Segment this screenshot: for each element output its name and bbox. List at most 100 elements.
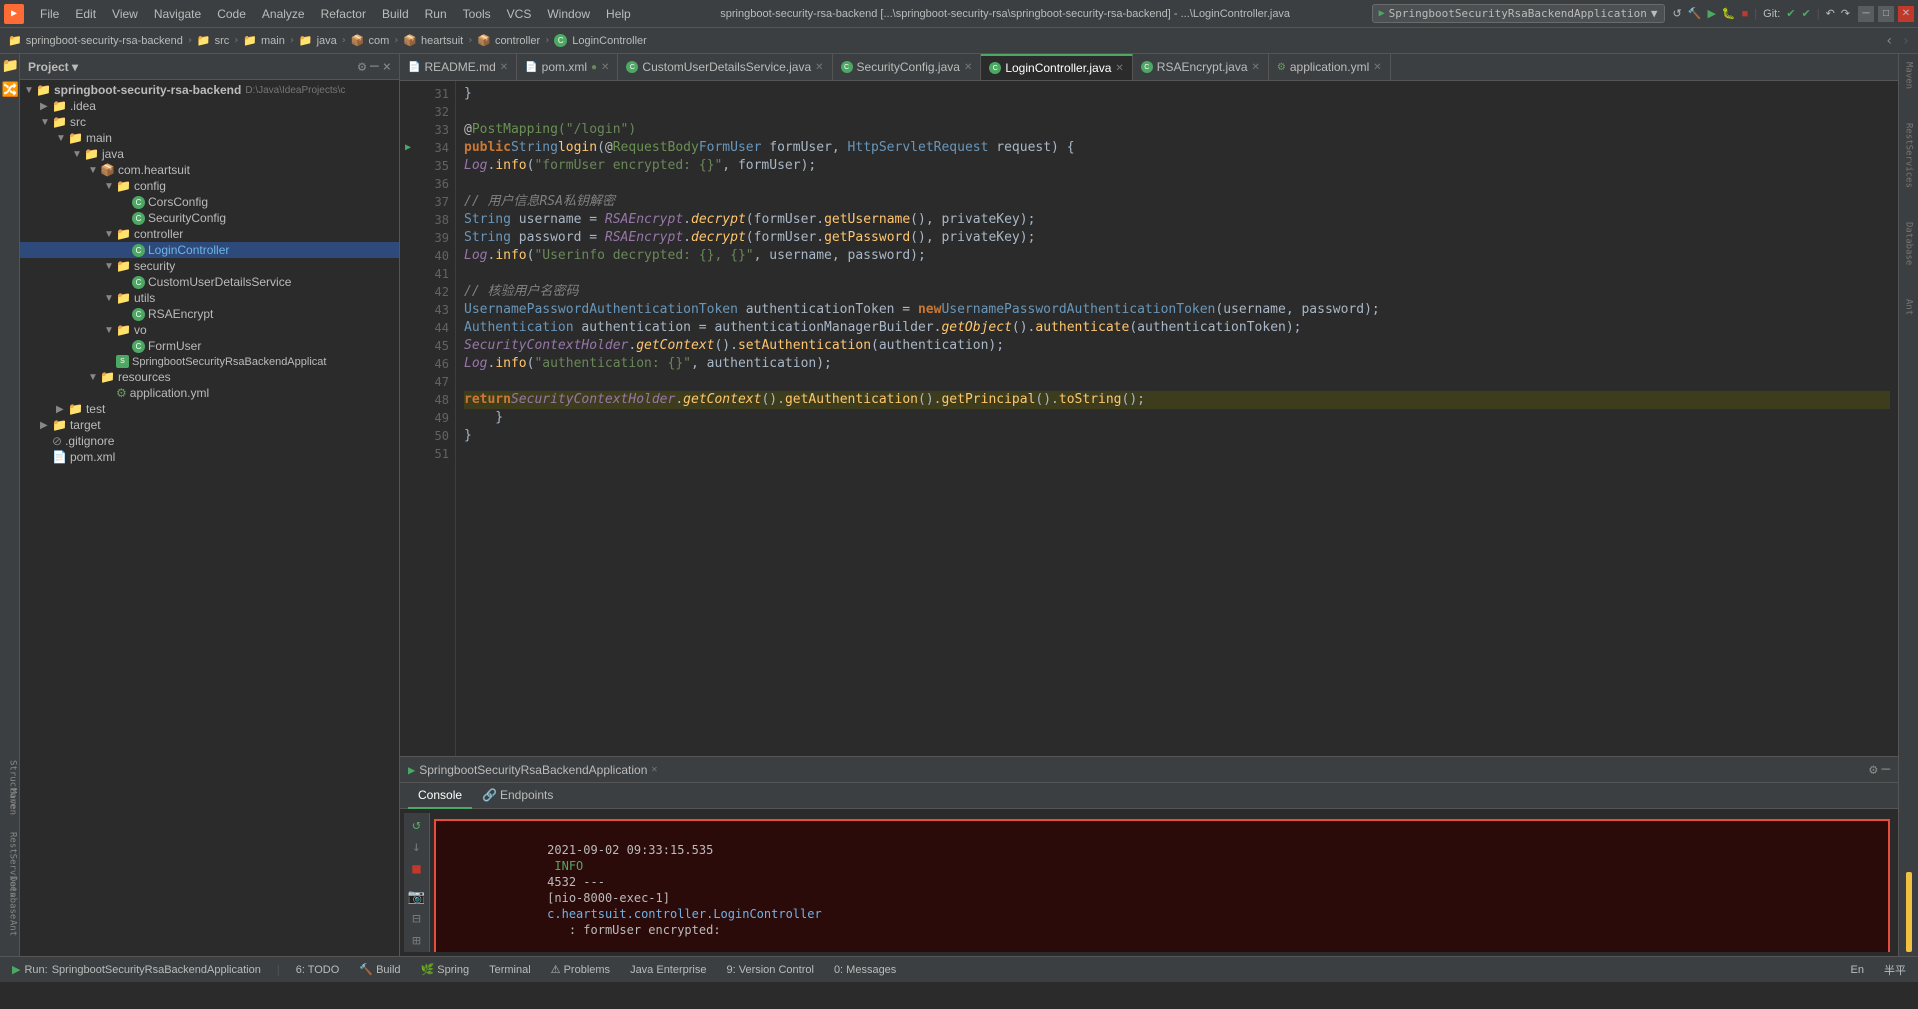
- run-rerun-icon[interactable]: ↺: [412, 817, 420, 833]
- tree-comheartsuit[interactable]: ▼ 📦 com.heartsuit: [20, 162, 399, 178]
- status-problems[interactable]: ⚠ Problems: [547, 963, 614, 976]
- tree-corsconfig[interactable]: ▶ C CorsConfig: [20, 194, 399, 210]
- tree-rsaencrypt[interactable]: ▶ C RSAEncrypt: [20, 306, 399, 322]
- menu-navigate[interactable]: Navigate: [146, 5, 209, 23]
- status-todo[interactable]: 6: TODO: [292, 964, 344, 976]
- toolbar-undo-icon[interactable]: ↶: [1826, 7, 1835, 20]
- tree-target[interactable]: ▶ 📁 target: [20, 417, 399, 433]
- menu-vcs[interactable]: VCS: [499, 5, 540, 23]
- activity-project-icon[interactable]: 📁: [2, 58, 18, 74]
- run-minimize-icon[interactable]: ─: [1882, 762, 1890, 778]
- run-settings-icon2[interactable]: ⚙: [412, 955, 420, 956]
- tree-main[interactable]: ▼ 📁 main: [20, 130, 399, 146]
- tab-customuserdetails-close[interactable]: ✕: [815, 62, 823, 73]
- tree-logincontroller[interactable]: ▶ C LoginController: [20, 242, 399, 258]
- toolbar-build-icon[interactable]: 🔨: [1688, 7, 1702, 20]
- menu-tools[interactable]: Tools: [455, 5, 499, 23]
- tree-securityconfig[interactable]: ▶ C SecurityConfig: [20, 210, 399, 226]
- toolbar-reload-icon[interactable]: ↺: [1673, 7, 1682, 20]
- tab-rsaencrypt[interactable]: C RSAEncrypt.java ✕: [1133, 54, 1269, 81]
- tree-vo[interactable]: ▼ 📁 vo: [20, 322, 399, 338]
- menu-code[interactable]: Code: [209, 5, 254, 23]
- status-spring[interactable]: 🌿 Spring: [417, 963, 474, 976]
- maven-panel-icon[interactable]: Maven: [1904, 58, 1914, 93]
- tab-applicationyml-close[interactable]: ✕: [1373, 62, 1381, 73]
- git-push-icon[interactable]: ✔: [1801, 7, 1810, 20]
- tree-pomxml[interactable]: ▶ 📄 pom.xml: [20, 449, 399, 465]
- run-stop-icon[interactable]: ■: [412, 861, 420, 877]
- tree-root[interactable]: ▼ 📁 springboot-security-rsa-backend D:\J…: [20, 82, 399, 98]
- status-javaenterprise[interactable]: Java Enterprise: [626, 964, 710, 976]
- minimize-button[interactable]: ─: [1858, 6, 1874, 22]
- project-expand-icon[interactable]: ×: [383, 59, 391, 75]
- run-fold-icon[interactable]: ⊟: [412, 911, 420, 927]
- tab-customuserdetails[interactable]: C CustomUserDetailsService.java ✕: [618, 54, 832, 81]
- tab-pomxml-close[interactable]: ✕: [601, 62, 609, 73]
- run-filter-icon[interactable]: ⊞: [412, 933, 420, 949]
- activity-commit-icon[interactable]: 🔀: [2, 82, 18, 98]
- toolbar-redo-icon[interactable]: ↷: [1841, 7, 1850, 20]
- restservices-panel-icon[interactable]: RestServices: [1904, 119, 1914, 192]
- status-terminal[interactable]: Terminal: [485, 964, 535, 976]
- project-settings-icon[interactable]: ⚙: [358, 59, 366, 75]
- menu-edit[interactable]: Edit: [67, 5, 104, 23]
- menu-file[interactable]: File: [32, 5, 67, 23]
- tab-applicationyml[interactable]: ⚙ application.yml ✕: [1269, 54, 1391, 81]
- tree-test[interactable]: ▶ 📁 test: [20, 401, 399, 417]
- menu-analyze[interactable]: Analyze: [254, 5, 313, 23]
- tree-java[interactable]: ▼ 📁 java: [20, 146, 399, 162]
- run-tab-close[interactable]: ✕: [651, 764, 657, 775]
- tree-security[interactable]: ▼ 📁 security: [20, 258, 399, 274]
- activity-database-icon[interactable]: Database: [2, 876, 18, 892]
- run-camera-icon[interactable]: 📷: [408, 889, 425, 905]
- database-panel-icon[interactable]: Database: [1904, 218, 1914, 269]
- status-versioncontrol[interactable]: 9: Version Control: [723, 964, 818, 976]
- toolbar-stop-icon[interactable]: ■: [1742, 8, 1749, 20]
- tab-securityconfig-close[interactable]: ✕: [964, 62, 972, 73]
- tree-src[interactable]: ▼ 📁 src: [20, 114, 399, 130]
- tree-customuserdetailsservice[interactable]: ▶ C CustomUserDetailsService: [20, 274, 399, 290]
- status-build[interactable]: 🔨 Build: [355, 963, 404, 976]
- status-messages[interactable]: 0: Messages: [830, 964, 900, 976]
- tree-resources[interactable]: ▼ 📁 resources: [20, 369, 399, 385]
- tab-readme[interactable]: 📄 README.md ✕: [400, 54, 517, 81]
- maximize-button[interactable]: □: [1878, 6, 1894, 22]
- tree-controller[interactable]: ▼ 📁 controller: [20, 226, 399, 242]
- status-lang[interactable]: 半平: [1880, 962, 1910, 978]
- activity-structure-icon[interactable]: Structure: [2, 760, 18, 776]
- activity-restservices-icon[interactable]: RestServices: [2, 832, 18, 848]
- tab-securityconfig[interactable]: C SecurityConfig.java ✕: [833, 54, 982, 81]
- menu-run[interactable]: Run: [417, 5, 455, 23]
- menu-view[interactable]: View: [104, 5, 146, 23]
- run-gutter-icon[interactable]: ▶: [400, 139, 416, 157]
- run-config-dropdown[interactable]: ▶ SpringbootSecurityRsaBackendApplicatio…: [1372, 4, 1665, 23]
- tree-springbootapp[interactable]: ▶ S SpringbootSecurityRsaBackendApplicat: [20, 354, 399, 369]
- menu-refactor[interactable]: Refactor: [313, 5, 374, 23]
- close-button[interactable]: ✕: [1898, 6, 1914, 22]
- btab-endpoints[interactable]: 🔗Endpoints: [472, 783, 563, 809]
- nav-fwd-icon[interactable]: ›: [1902, 33, 1910, 49]
- tab-logincontroller[interactable]: C LoginController.java ✕: [981, 54, 1132, 81]
- git-commit-icon[interactable]: ✔: [1786, 7, 1795, 20]
- toolbar-run-icon[interactable]: ▶: [1707, 7, 1715, 20]
- menu-build[interactable]: Build: [374, 5, 417, 23]
- run-settings-icon[interactable]: ⚙: [1869, 762, 1877, 778]
- code-editor[interactable]: } @PostMapping("/login") public String l…: [456, 81, 1898, 756]
- ant-panel-icon[interactable]: Ant: [1904, 295, 1914, 319]
- btab-console[interactable]: Console: [408, 783, 472, 809]
- tree-formuser[interactable]: ▶ C FormUser: [20, 338, 399, 354]
- run-config-arrow[interactable]: ▼: [1651, 7, 1658, 20]
- nav-back-icon[interactable]: ‹: [1885, 33, 1893, 49]
- status-run-item[interactable]: ▶ Run: SpringbootSecurityRsaBackendAppli…: [8, 963, 265, 976]
- tab-rsaencrypt-close[interactable]: ✕: [1252, 62, 1260, 73]
- tab-logincontroller-close[interactable]: ✕: [1115, 63, 1123, 74]
- activity-ant-icon[interactable]: Ant: [2, 920, 18, 936]
- tree-applicationyml[interactable]: ▶ ⚙ application.yml: [20, 385, 399, 401]
- tree-gitignore[interactable]: ▶ ⊘ .gitignore: [20, 433, 399, 449]
- project-collapse-icon[interactable]: ─: [370, 59, 378, 75]
- tree-utils[interactable]: ▼ 📁 utils: [20, 290, 399, 306]
- status-encoding[interactable]: En: [1847, 964, 1868, 976]
- tab-readme-close[interactable]: ✕: [500, 62, 508, 73]
- tree-config[interactable]: ▼ 📁 config: [20, 178, 399, 194]
- tree-idea[interactable]: ▶ 📁 .idea: [20, 98, 399, 114]
